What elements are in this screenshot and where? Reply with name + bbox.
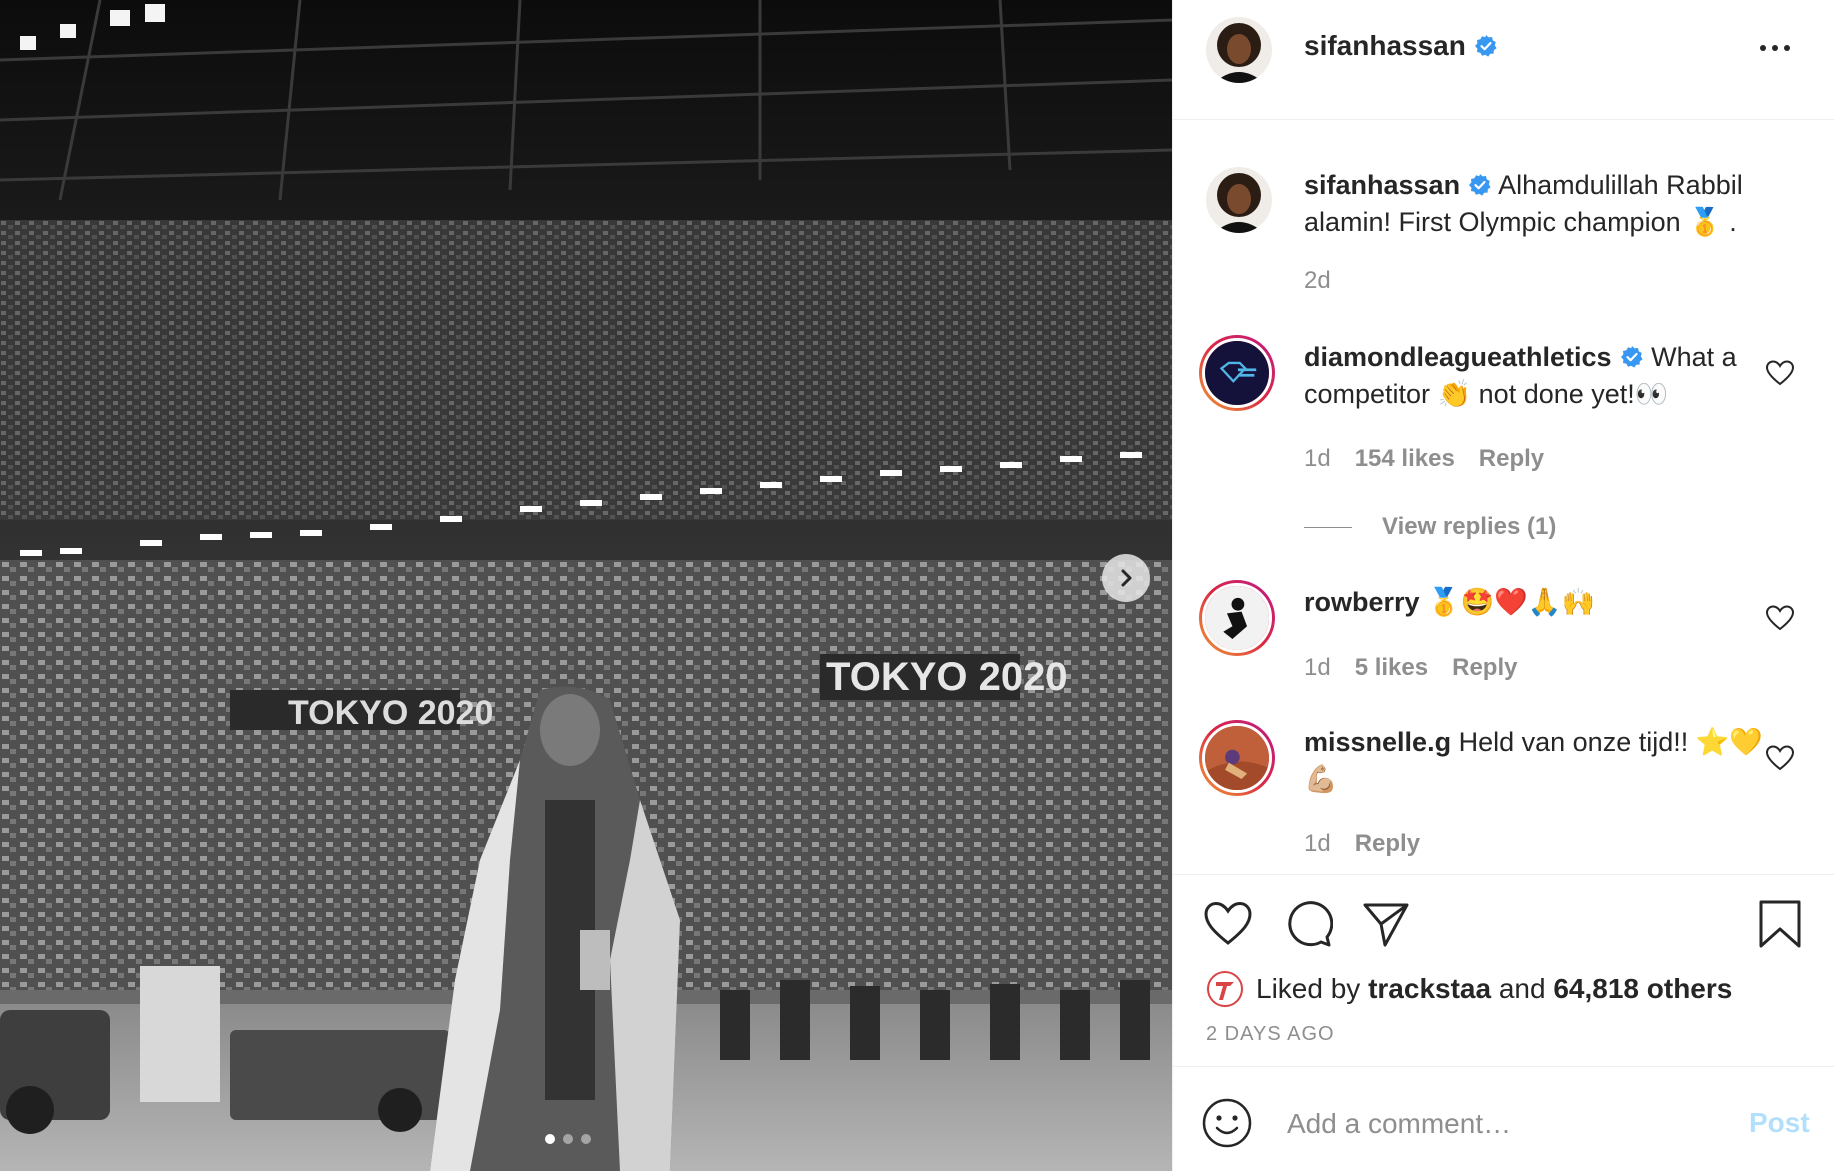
author-avatar[interactable] [1206, 17, 1272, 83]
carousel-dot [545, 1134, 555, 1144]
view-replies-label: View replies (1) [1382, 513, 1557, 540]
like-comment-heart-icon[interactable] [1765, 604, 1795, 632]
comments-list[interactable]: sifanhassan Alhamdulillah Rabbil alamin!… [1173, 121, 1834, 875]
comment-likes[interactable]: 154 likes [1355, 445, 1455, 473]
author-username[interactable]: sifanhassan [1304, 30, 1498, 62]
comment-bubble-icon[interactable] [1283, 899, 1333, 949]
replies-divider [1304, 526, 1352, 528]
avatar-image [1202, 583, 1272, 653]
save-bookmark-icon[interactable] [1755, 899, 1805, 949]
avatar-image [1202, 723, 1272, 793]
verified-badge-icon [1474, 35, 1497, 57]
post-header: sifanhassan [1173, 0, 1834, 120]
comment-body: rowberry 🥇🤩❤️🙏🙌 [1304, 584, 1774, 621]
verified-badge-icon [1469, 174, 1491, 196]
comment-text: 🥇🤩❤️🙏🙌 [1427, 587, 1596, 617]
comment-input[interactable] [1285, 1097, 1719, 1151]
like-comment-heart-icon[interactable] [1765, 744, 1795, 772]
caption-meta: 2d [1304, 267, 1331, 295]
comment-username[interactable]: rowberry [1304, 587, 1420, 617]
banner-left: TOKYO 2020 [288, 694, 493, 732]
comment-meta: 1d 154 likes Reply [1304, 445, 1544, 473]
liked-by-user[interactable]: trackstaa [1368, 973, 1491, 1004]
more-options-icon[interactable] [1753, 36, 1797, 60]
banner-right: TOKYO 2020 [826, 655, 1068, 699]
avatar-image [1206, 167, 1272, 233]
emoji-picker-icon[interactable] [1201, 1097, 1253, 1149]
likes-summary: Liked by trackstaa and 64,818 others [1206, 970, 1732, 1008]
liked-by-and: and [1498, 973, 1546, 1004]
caption-body: sifanhassan Alhamdulillah Rabbil alamin!… [1304, 167, 1774, 241]
liked-by-prefix: Liked by [1256, 973, 1361, 1004]
comment-body: diamondleagueathletics What a competitor… [1304, 339, 1774, 413]
trackstaa-logo-icon [1206, 970, 1244, 1008]
post-actions: Liked by trackstaa and 64,818 others 2 D… [1173, 874, 1834, 1065]
reply-button[interactable]: Reply [1452, 654, 1517, 682]
comment-time[interactable]: 1d [1304, 654, 1331, 682]
add-comment-bar: Post [1173, 1066, 1834, 1172]
comment-likes[interactable]: 5 likes [1355, 654, 1428, 682]
like-heart-icon[interactable] [1203, 899, 1253, 949]
commenter-avatar[interactable] [1199, 335, 1275, 411]
commenter-avatar[interactable] [1199, 580, 1275, 656]
like-comment-heart-icon[interactable] [1765, 359, 1795, 387]
reply-button[interactable]: Reply [1355, 830, 1420, 858]
comment-time[interactable]: 1d [1304, 830, 1331, 858]
chevron-right-icon [1121, 569, 1132, 587]
comment-meta: 1d 5 likes Reply [1304, 654, 1517, 682]
comment-time[interactable]: 1d [1304, 445, 1331, 473]
post-comment-button[interactable]: Post [1749, 1107, 1810, 1139]
carousel-dot [581, 1134, 591, 1144]
caption-time[interactable]: 2d [1304, 267, 1331, 295]
post-date[interactable]: 2 DAYS AGO [1206, 1023, 1335, 1046]
liked-by-others[interactable]: 64,818 others [1553, 973, 1732, 1004]
avatar-image [1206, 17, 1272, 83]
carousel-indicator [545, 1134, 591, 1144]
caption-avatar[interactable] [1206, 167, 1272, 233]
post-photo[interactable]: TOKYO 2020 TOKYO 2020 [0, 0, 1172, 1171]
comment-username[interactable]: missnelle.g [1304, 727, 1451, 757]
reply-button[interactable]: Reply [1479, 445, 1544, 473]
comment-body: missnelle.g Held van onze tijd!! ⭐️💛💪🏼 [1304, 724, 1774, 798]
comment-username[interactable]: diamondleagueathletics [1304, 342, 1612, 372]
comment-meta: 1d Reply [1304, 830, 1420, 858]
next-photo-button[interactable] [1102, 554, 1150, 602]
liker-avatar[interactable] [1206, 970, 1244, 1008]
commenter-avatar[interactable] [1199, 720, 1275, 796]
caption-username[interactable]: sifanhassan [1304, 170, 1460, 200]
view-replies-button[interactable]: View replies (1) [1304, 513, 1556, 541]
carousel-dot [563, 1134, 573, 1144]
stadium-photo: TOKYO 2020 TOKYO 2020 [0, 0, 1172, 1171]
instagram-post: TOKYO 2020 TOKYO 2020 sifanhassan sifanh… [0, 0, 1834, 1171]
post-side-panel: sifanhassan sifanhassan Alhamdulillah Ra… [1172, 0, 1834, 1171]
share-paper-plane-icon[interactable] [1361, 899, 1411, 949]
diamond-league-logo-icon [1202, 338, 1272, 408]
verified-badge-icon [1620, 346, 1643, 368]
